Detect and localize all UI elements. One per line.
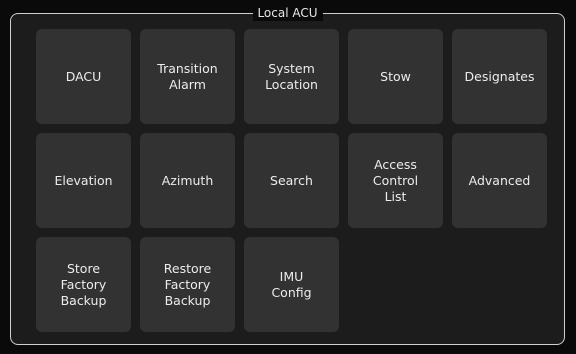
elevation-button[interactable]: Elevation: [36, 133, 131, 228]
panel-title: Local ACU: [252, 5, 323, 21]
button-grid: DACU Transition Alarm System Location St…: [36, 29, 547, 332]
stow-button[interactable]: Stow: [348, 29, 443, 124]
restore-factory-backup-button[interactable]: Restore Factory Backup: [140, 237, 235, 332]
access-control-list-button[interactable]: Access Control List: [348, 133, 443, 228]
system-location-button[interactable]: System Location: [244, 29, 339, 124]
store-factory-backup-button[interactable]: Store Factory Backup: [36, 237, 131, 332]
azimuth-button[interactable]: Azimuth: [140, 133, 235, 228]
local-acu-panel: Local ACU DACU Transition Alarm System L…: [10, 5, 565, 345]
transition-alarm-button[interactable]: Transition Alarm: [140, 29, 235, 124]
dacu-button[interactable]: DACU: [36, 29, 131, 124]
search-button[interactable]: Search: [244, 133, 339, 228]
advanced-button[interactable]: Advanced: [452, 133, 547, 228]
designates-button[interactable]: Designates: [452, 29, 547, 124]
imu-config-button[interactable]: IMU Config: [244, 237, 339, 332]
